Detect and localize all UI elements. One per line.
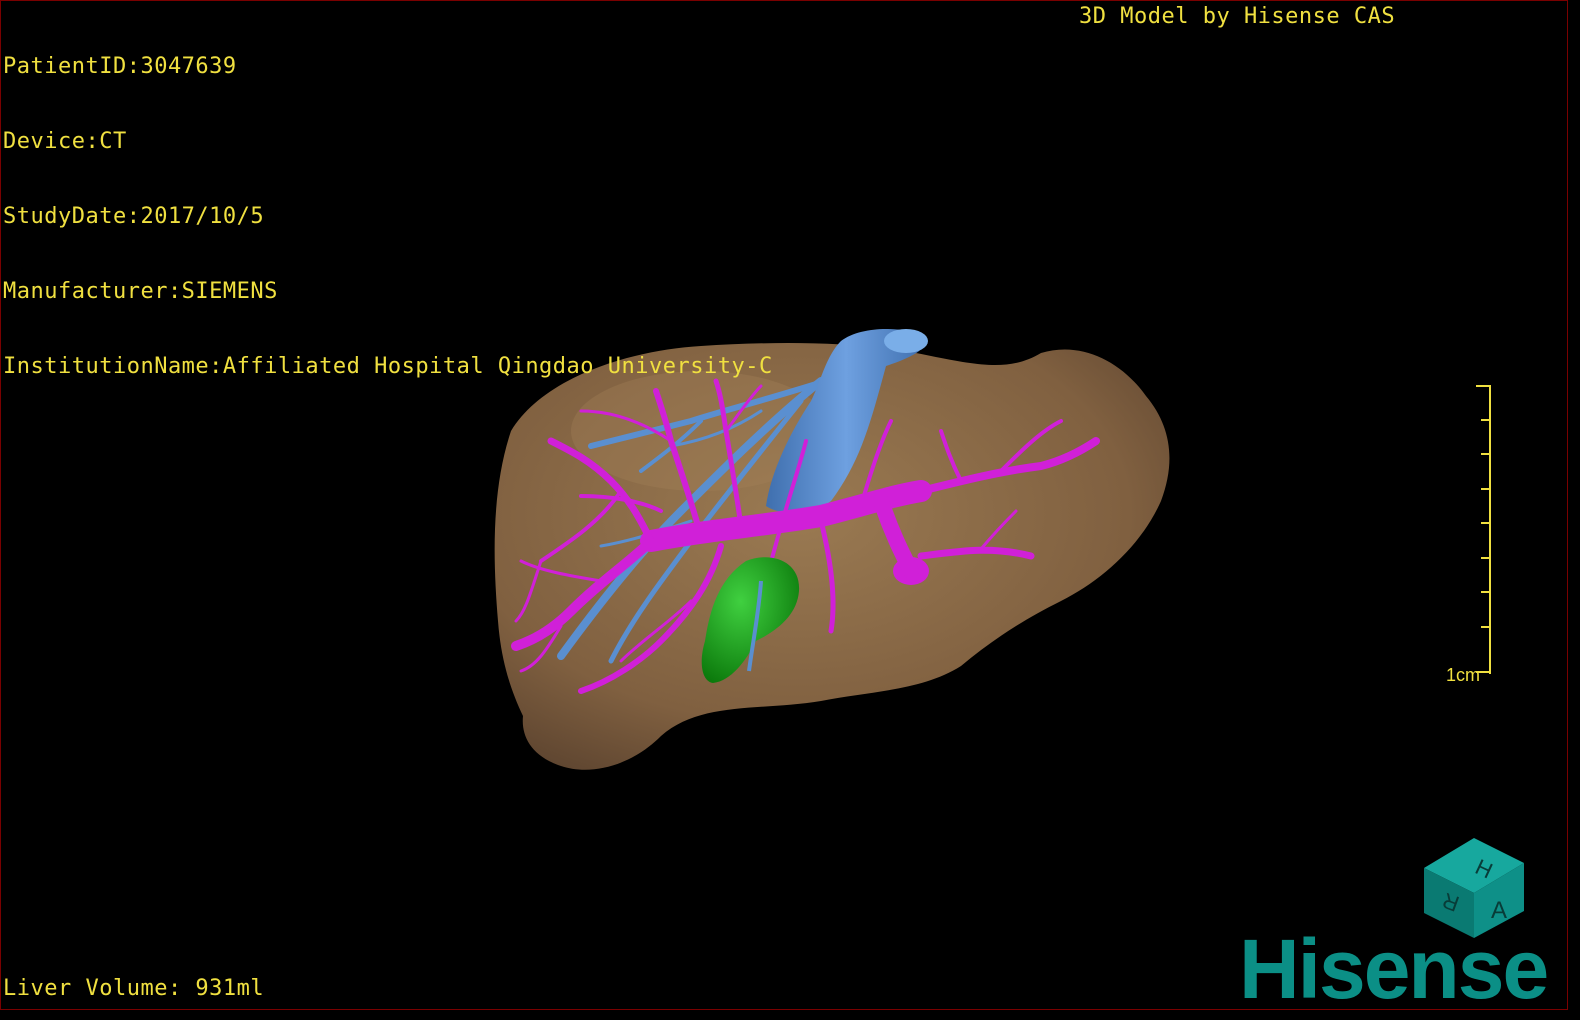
device: Device:CT — [3, 129, 127, 154]
institution-name: InstitutionName:Affiliated Hospital Qing… — [3, 354, 773, 379]
3d-viewport[interactable]: PatientID:3047639 Device:CT StudyDate:20… — [0, 0, 1568, 1010]
scale-label: 1cm — [1446, 665, 1481, 685]
cube-face-a: A — [1491, 897, 1507, 924]
manufacturer: Manufacturer:SIEMENS — [3, 279, 278, 304]
dicom-metadata: PatientID:3047639 Device:CT StudyDate:20… — [3, 4, 773, 429]
hisense-logo: Hisense — [1239, 922, 1549, 1010]
patient-id: PatientID:3047639 — [3, 54, 237, 79]
study-date: StudyDate:2017/10/5 — [3, 204, 265, 229]
scale-bar — [1476, 385, 1491, 674]
model-credit: 3D Model by Hisense CAS — [1079, 4, 1396, 29]
liver-volume: Liver Volume: 931ml — [3, 976, 265, 1001]
